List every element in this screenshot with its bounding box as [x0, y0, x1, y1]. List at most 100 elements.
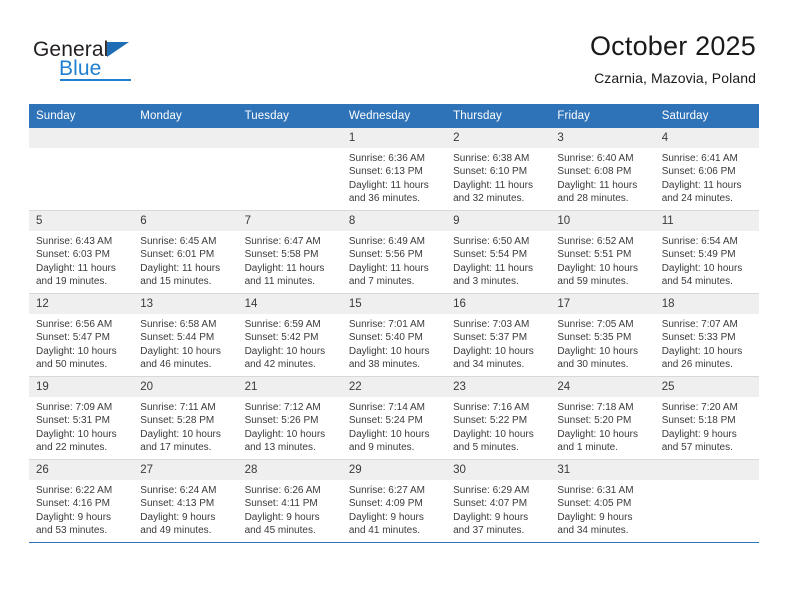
day-cell-inner — [133, 128, 238, 210]
calendar-day-cell[interactable]: 11 Sunrise: 6:54 AM Sunset: 5:49 PM Dayligh… — [654, 210, 759, 294]
day-cell-inner: 7 Sunrise: 6:47 AM Sunset: 5:58 PM Daylight… — [237, 211, 342, 293]
calendar-day-cell[interactable]: 20 Sunrise: 7:11 AM Sunset: 5:28 PM Dayligh… — [133, 376, 238, 460]
calendar-day-cell[interactable]: 14 Sunrise: 6:59 AM Sunset: 5:42 PM Dayligh… — [237, 293, 342, 377]
day-number: 25 — [654, 377, 759, 397]
daylight-text: Daylight: 10 hours and 22 minutes. — [36, 428, 117, 453]
weekday-header-friday: Friday — [550, 104, 655, 128]
day-number: 23 — [446, 377, 551, 397]
day-sun-info: Sunrise: 7:11 AM Sunset: 5:28 PM Daylight:… — [133, 397, 237, 454]
calendar-day-cell[interactable]: 1 Sunrise: 6:36 AM Sunset: 6:13 PM Daylight… — [341, 128, 447, 211]
sunrise-text: Sunrise: 6:29 AM — [453, 485, 530, 496]
calendar-week-row: 26 Sunrise: 6:22 AM Sunset: 4:16 PM Dayligh… — [29, 459, 759, 543]
calendar-day-cell[interactable]: 10 Sunrise: 6:52 AM Sunset: 5:51 PM Dayligh… — [550, 210, 655, 294]
calendar-day-cell[interactable]: 25 Sunrise: 7:20 AM Sunset: 5:18 PM Dayligh… — [654, 376, 759, 460]
sunset-text: Sunset: 5:28 PM — [140, 415, 215, 427]
calendar-day-cell-empty — [133, 128, 238, 211]
logo-triangle-icon — [107, 42, 129, 57]
calendar-day-cell[interactable]: 2 Sunrise: 6:38 AM Sunset: 6:10 PM Daylight… — [446, 128, 551, 211]
daylight-text: Daylight: 9 hours and 49 minutes. — [140, 511, 216, 536]
calendar-body: 1 Sunrise: 6:36 AM Sunset: 6:13 PM Daylight… — [29, 128, 759, 543]
weekday-header-wednesday: Wednesday — [341, 104, 447, 128]
day-cell-inner: 5 Sunrise: 6:43 AM Sunset: 6:03 PM Daylight… — [29, 211, 134, 293]
weekday-header-sunday: Sunday — [29, 104, 134, 128]
general-blue-logo[interactable]: General Blue — [33, 38, 253, 90]
calendar-day-cell[interactable]: 16 Sunrise: 7:03 AM Sunset: 5:37 PM Dayligh… — [446, 293, 551, 377]
daylight-text: Daylight: 9 hours and 45 minutes. — [244, 511, 320, 536]
day-sun-info: Sunrise: 6:31 AM Sunset: 4:05 PM Daylight:… — [550, 480, 654, 537]
day-sun-info: Sunrise: 6:27 AM Sunset: 4:09 PM Daylight:… — [342, 480, 446, 537]
daylight-text: Daylight: 10 hours and 17 minutes. — [140, 428, 221, 453]
sunrise-text: Sunrise: 6:26 AM — [244, 485, 321, 496]
calendar-day-cell[interactable]: 24 Sunrise: 7:18 AM Sunset: 5:20 PM Dayligh… — [550, 376, 655, 460]
day-number: 18 — [654, 294, 759, 314]
daylight-text: Daylight: 10 hours and 9 minutes. — [348, 428, 430, 453]
day-sun-info: Sunrise: 7:03 AM Sunset: 5:37 PM Daylight:… — [446, 314, 550, 371]
calendar-day-cell[interactable]: 29 Sunrise: 6:27 AM Sunset: 4:09 PM Dayligh… — [341, 459, 447, 543]
calendar-grid: Sunday Monday Tuesday Wednesday Thursday Frid… — [29, 104, 759, 543]
calendar-day-cell[interactable]: 6 Sunrise: 6:45 AM Sunset: 6:01 PM Daylight… — [133, 210, 238, 294]
day-cell-inner: 25 Sunrise: 7:20 AM Sunset: 5:18 PM Dayligh… — [654, 377, 759, 459]
day-cell-inner: 12 Sunrise: 6:56 AM Sunset: 5:47 PM Dayligh… — [29, 294, 134, 376]
daylight-text: Daylight: 11 hours and 28 minutes. — [557, 179, 638, 204]
calendar-day-cell[interactable]: 28 Sunrise: 6:26 AM Sunset: 4:11 PM Dayligh… — [237, 459, 342, 543]
daylight-text: Daylight: 11 hours and 3 minutes. — [453, 262, 533, 287]
daylight-text: Daylight: 11 hours and 11 minutes. — [244, 262, 325, 287]
day-number — [654, 460, 759, 480]
daylight-text: Daylight: 10 hours and 34 minutes. — [453, 345, 534, 370]
calendar-day-cell[interactable]: 21 Sunrise: 7:12 AM Sunset: 5:26 PM Dayligh… — [237, 376, 342, 460]
daylight-text: Daylight: 10 hours and 46 minutes. — [140, 345, 221, 370]
sunset-text: Sunset: 5:26 PM — [244, 415, 319, 427]
page-title: October 2025 — [589, 31, 756, 61]
sunrise-text: Sunrise: 6:56 AM — [36, 319, 113, 330]
day-cell-inner: 19 Sunrise: 7:09 AM Sunset: 5:31 PM Dayligh… — [29, 377, 134, 459]
sunrise-text: Sunrise: 6:52 AM — [557, 236, 634, 247]
day-cell-inner: 26 Sunrise: 6:22 AM Sunset: 4:16 PM Dayligh… — [29, 460, 134, 542]
day-cell-inner: 4 Sunrise: 6:41 AM Sunset: 6:06 PM Daylight… — [654, 128, 759, 210]
calendar-day-cell[interactable]: 22 Sunrise: 7:14 AM Sunset: 5:24 PM Dayligh… — [341, 376, 447, 460]
calendar-day-cell[interactable]: 3 Sunrise: 6:40 AM Sunset: 6:08 PM Daylight… — [550, 128, 655, 211]
calendar-day-cell[interactable]: 26 Sunrise: 6:22 AM Sunset: 4:16 PM Dayligh… — [29, 459, 134, 543]
calendar-day-cell[interactable]: 17 Sunrise: 7:05 AM Sunset: 5:35 PM Dayligh… — [550, 293, 655, 377]
sunset-text: Sunset: 4:07 PM — [453, 498, 528, 510]
calendar-day-cell[interactable]: 23 Sunrise: 7:16 AM Sunset: 5:22 PM Dayligh… — [446, 376, 551, 460]
day-cell-inner: 20 Sunrise: 7:11 AM Sunset: 5:28 PM Dayligh… — [133, 377, 238, 459]
sunset-text: Sunset: 5:33 PM — [661, 332, 736, 344]
calendar-day-cell[interactable]: 18 Sunrise: 7:07 AM Sunset: 5:33 PM Dayligh… — [654, 293, 759, 377]
calendar-day-cell[interactable]: 31 Sunrise: 6:31 AM Sunset: 4:05 PM Dayligh… — [550, 459, 655, 543]
day-sun-info: Sunrise: 6:26 AM Sunset: 4:11 PM Daylight:… — [238, 480, 342, 537]
daylight-text: Daylight: 11 hours and 19 minutes. — [36, 262, 116, 287]
sunset-text: Sunset: 5:47 PM — [36, 332, 110, 344]
calendar-day-cell[interactable]: 8 Sunrise: 6:49 AM Sunset: 5:56 PM Daylight… — [341, 210, 447, 294]
calendar-day-cell[interactable]: 7 Sunrise: 6:47 AM Sunset: 5:58 PM Daylight… — [237, 210, 342, 294]
day-sun-info: Sunrise: 6:38 AM Sunset: 6:10 PM Daylight:… — [446, 148, 550, 205]
sunset-text: Sunset: 5:40 PM — [348, 332, 423, 344]
calendar-day-cell[interactable]: 9 Sunrise: 6:50 AM Sunset: 5:54 PM Daylight… — [446, 210, 551, 294]
calendar-day-cell[interactable]: 12 Sunrise: 6:56 AM Sunset: 5:47 PM Dayligh… — [29, 293, 134, 377]
day-sun-info: Sunrise: 6:54 AM Sunset: 5:49 PM Daylight:… — [655, 231, 759, 288]
calendar-page: General Blue October 2025 Czarnia, Mazov… — [0, 0, 792, 612]
calendar-day-cell[interactable]: 4 Sunrise: 6:41 AM Sunset: 6:06 PM Daylight… — [654, 128, 759, 211]
day-number: 31 — [550, 460, 655, 480]
sunrise-text: Sunrise: 6:41 AM — [661, 153, 738, 164]
sunset-text: Sunset: 6:10 PM — [453, 166, 528, 178]
sunset-text: Sunset: 5:37 PM — [453, 332, 528, 344]
day-number — [133, 128, 238, 148]
day-sun-info: Sunrise: 6:43 AM Sunset: 6:03 PM Daylight:… — [29, 231, 133, 288]
day-cell-inner: 24 Sunrise: 7:18 AM Sunset: 5:20 PM Dayligh… — [550, 377, 655, 459]
day-sun-info: Sunrise: 6:36 AM Sunset: 6:13 PM Daylight:… — [342, 148, 446, 205]
day-sun-info: Sunrise: 6:52 AM Sunset: 5:51 PM Daylight:… — [550, 231, 654, 288]
day-sun-info: Sunrise: 7:14 AM Sunset: 5:24 PM Daylight:… — [342, 397, 446, 454]
day-number: 10 — [550, 211, 655, 231]
calendar-day-cell[interactable]: 13 Sunrise: 6:58 AM Sunset: 5:44 PM Dayligh… — [133, 293, 238, 377]
calendar-day-cell[interactable]: 15 Sunrise: 7:01 AM Sunset: 5:40 PM Dayligh… — [341, 293, 447, 377]
calendar-day-cell[interactable]: 5 Sunrise: 6:43 AM Sunset: 6:03 PM Daylight… — [29, 210, 134, 294]
calendar-day-cell[interactable]: 30 Sunrise: 6:29 AM Sunset: 4:07 PM Dayligh… — [446, 459, 551, 543]
calendar-day-cell[interactable]: 27 Sunrise: 6:24 AM Sunset: 4:13 PM Dayligh… — [133, 459, 238, 543]
day-number: 15 — [341, 294, 447, 314]
day-number — [29, 128, 134, 148]
daylight-text: Daylight: 10 hours and 26 minutes. — [661, 345, 743, 370]
calendar-day-cell[interactable]: 19 Sunrise: 7:09 AM Sunset: 5:31 PM Dayligh… — [29, 376, 134, 460]
day-number: 14 — [237, 294, 342, 314]
day-sun-info: Sunrise: 6:50 AM Sunset: 5:54 PM Daylight:… — [446, 231, 550, 288]
day-number: 27 — [133, 460, 238, 480]
